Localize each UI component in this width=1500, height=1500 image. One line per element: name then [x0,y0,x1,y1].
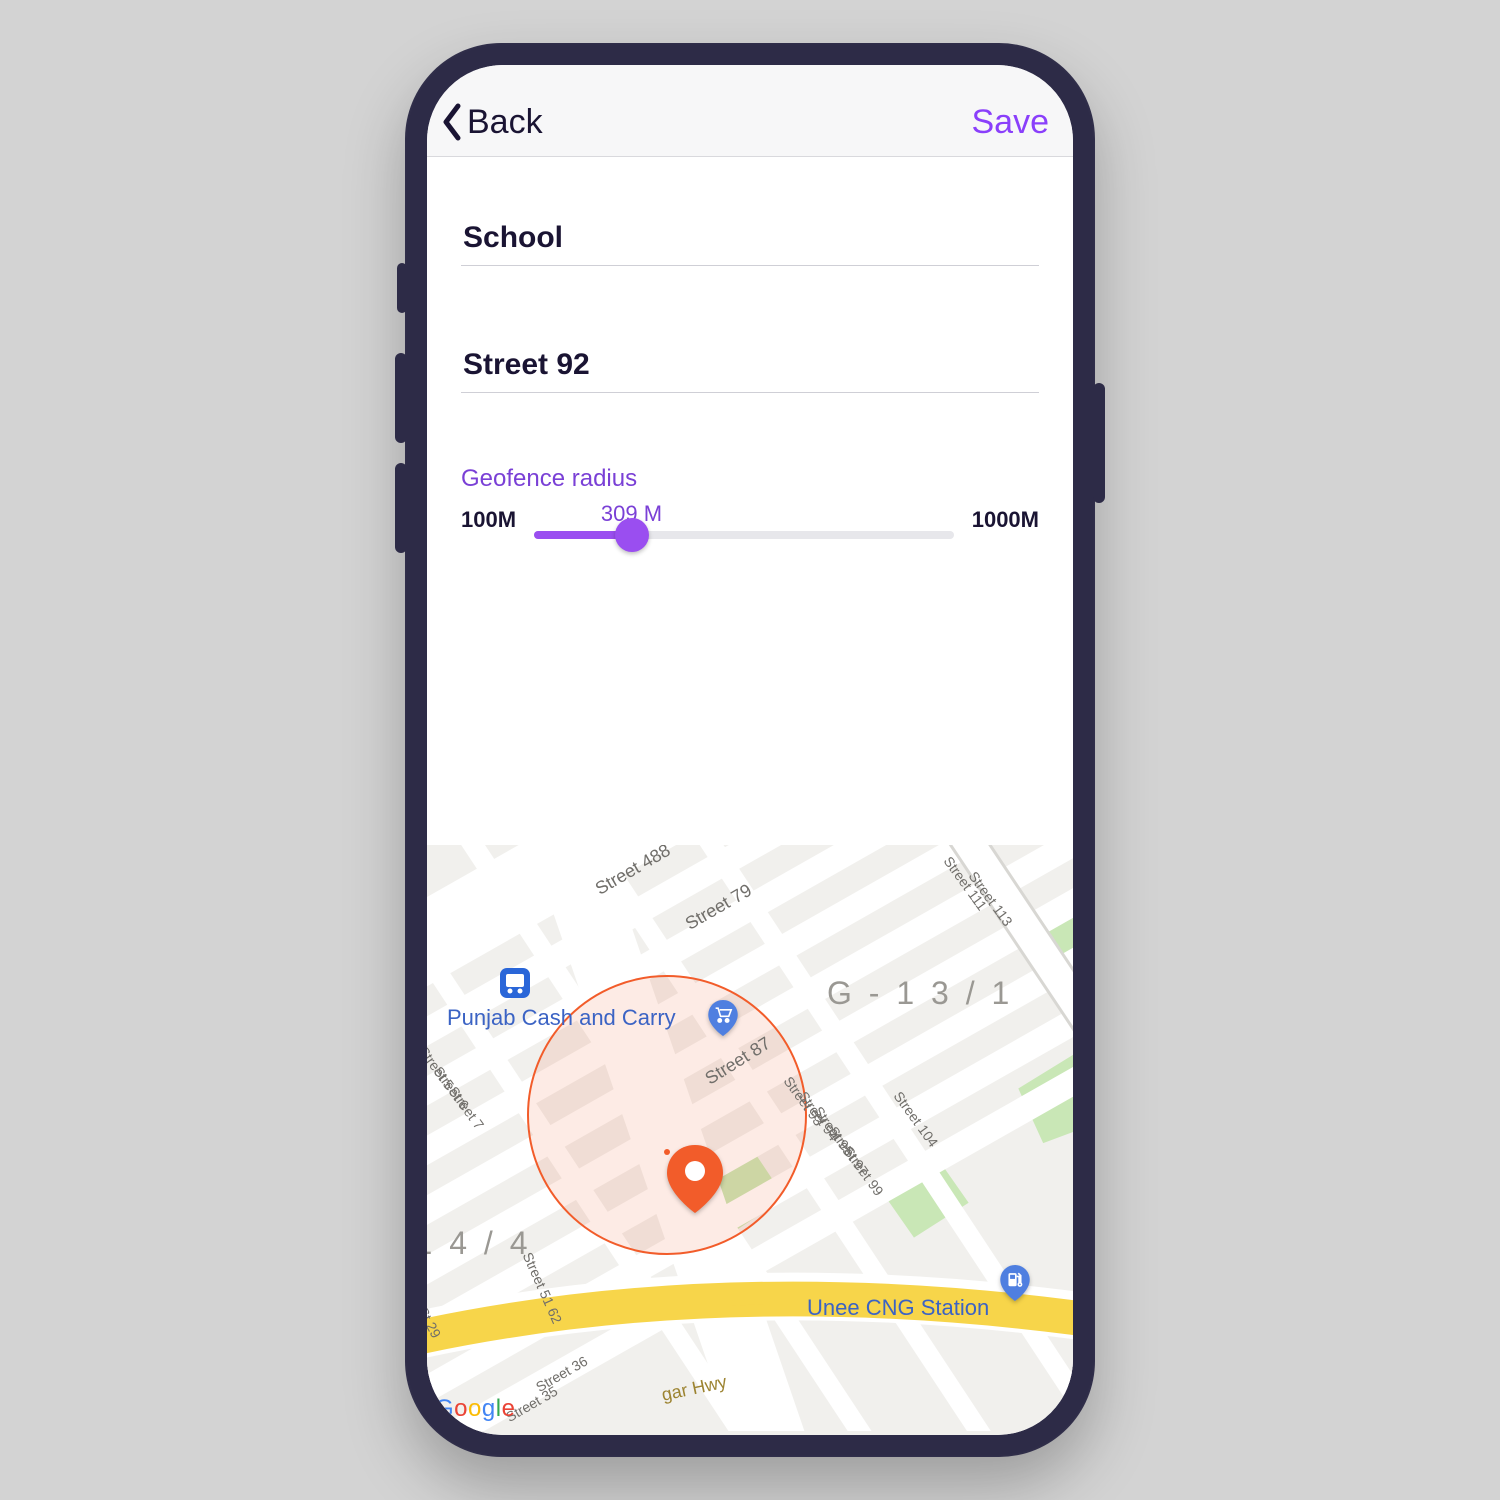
name-input[interactable] [461,211,1039,266]
back-button[interactable]: Back [439,102,543,142]
gas-poi-icon[interactable] [997,1265,1033,1301]
navigation-bar: Back Save [427,65,1073,157]
pin-icon [667,1145,723,1213]
address-input[interactable] [461,338,1039,393]
slider-thumb[interactable] [615,518,649,552]
geofence-form: Geofence radius 100M 309 M 1000M [427,157,1073,539]
volume-down-button[interactable] [395,463,407,553]
area-label-g14: - 1 4 / 4 [427,1225,532,1262]
address-field [461,338,1039,393]
chevron-left-icon [439,102,465,142]
radius-min-label: 100M [461,507,516,533]
screen: Back Save Geofence radius 100M 309 M [427,65,1073,1435]
bus-stop-icon[interactable] [497,965,533,1001]
radius-title: Geofence radius [461,465,1039,493]
poi-label-unee[interactable]: Unee CNG Station [807,1295,989,1321]
radius-slider-row: 100M 309 M 1000M [461,501,1039,539]
google-attribution: Google [435,1395,515,1423]
phone-frame: Back Save Geofence radius 100M 309 M [405,43,1095,1457]
back-label: Back [467,103,543,142]
radius-slider[interactable]: 309 M [534,501,954,539]
name-field [461,211,1039,266]
area-label-g13: G - 1 3 / 1 [827,975,1013,1012]
poi-label-punjab[interactable]: Punjab Cash and Carry [447,1005,676,1031]
save-button[interactable]: Save [972,103,1050,142]
slider-track [534,531,954,539]
radius-max-label: 1000M [972,507,1039,533]
pin-shadow-dot [664,1149,670,1155]
mute-switch[interactable] [397,263,407,313]
save-label: Save [972,103,1050,141]
shop-poi-icon[interactable] [705,1000,741,1036]
volume-up-button[interactable] [395,353,407,443]
map-view[interactable]: G - 1 3 / 1 - 1 4 / 4 Punjab Cash and Ca… [427,845,1073,1435]
radius-section: Geofence radius 100M 309 M 1000M [461,465,1039,539]
power-button[interactable] [1093,383,1105,503]
